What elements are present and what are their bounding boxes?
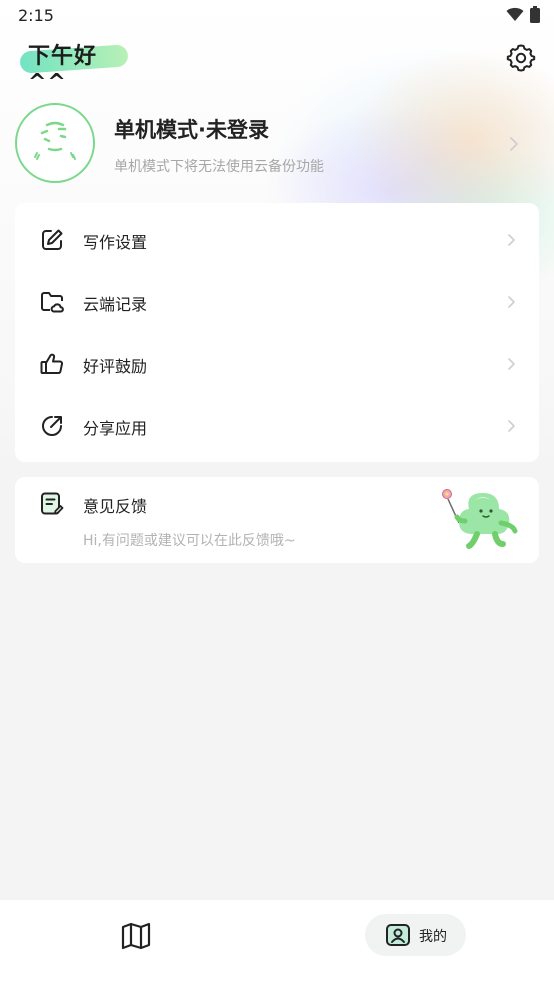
edit-icon	[42, 229, 63, 250]
nav-tab-map[interactable]	[120, 922, 152, 950]
chevron-right-icon[interactable]	[508, 134, 520, 154]
menu-item-rate-app[interactable]: 好评鼓励	[15, 333, 539, 395]
menu-item-label: 写作设置	[83, 233, 148, 252]
status-bar: 2:15	[0, 0, 554, 30]
status-time: 2:15	[18, 6, 54, 25]
greeting-text: 下午好 ^^	[28, 44, 98, 95]
greeting-badge: 下午好 ^^	[18, 38, 130, 95]
menu-item-label: 云端记录	[83, 295, 148, 314]
menu-item-label: 分享应用	[83, 419, 148, 438]
avatar[interactable]	[15, 103, 95, 183]
gear-icon	[506, 44, 536, 72]
menu-item-writing-settings[interactable]: 写作设置	[15, 209, 539, 271]
share-icon	[42, 416, 62, 436]
wifi-icon	[506, 7, 524, 21]
profile-subtitle: 单机模式下将无法使用云备份功能	[114, 159, 324, 175]
cloud-folder-icon	[41, 292, 64, 313]
settings-button[interactable]	[505, 42, 537, 74]
menu-item-cloud-records[interactable]: 云端记录	[15, 271, 539, 333]
feedback-note-icon	[41, 492, 64, 515]
menu-item-label: 好评鼓励	[83, 357, 148, 376]
thumbs-up-icon	[40, 353, 64, 374]
battery-icon	[530, 6, 540, 23]
status-icons	[506, 6, 540, 23]
nav-tab-label: 我的	[419, 929, 447, 945]
mascot-face-icon	[34, 121, 76, 160]
map-icon	[121, 922, 151, 950]
menu-item-share-app[interactable]: 分享应用	[15, 395, 539, 457]
settings-menu-card: 写作设置 云端记录 好评鼓励 分享应用	[15, 203, 539, 462]
profile-name[interactable]: 单机模式·未登录	[114, 114, 269, 144]
mascot-illustration	[442, 489, 518, 549]
feedback-card[interactable]: 意见反馈 Hi,有问题或建议可以在此反馈哦~	[15, 477, 539, 563]
bottom-navigation: 我的	[0, 900, 554, 986]
chevron-right-icon	[508, 420, 515, 432]
feedback-subtitle: Hi,有问题或建议可以在此反馈哦~	[83, 533, 296, 549]
profile-badge-icon	[386, 924, 410, 946]
feedback-title: 意见反馈	[83, 497, 148, 516]
chevron-right-icon	[508, 296, 515, 308]
nav-tab-mine[interactable]: 我的	[365, 914, 466, 956]
chevron-right-icon	[508, 358, 515, 370]
chevron-right-icon	[508, 234, 515, 246]
